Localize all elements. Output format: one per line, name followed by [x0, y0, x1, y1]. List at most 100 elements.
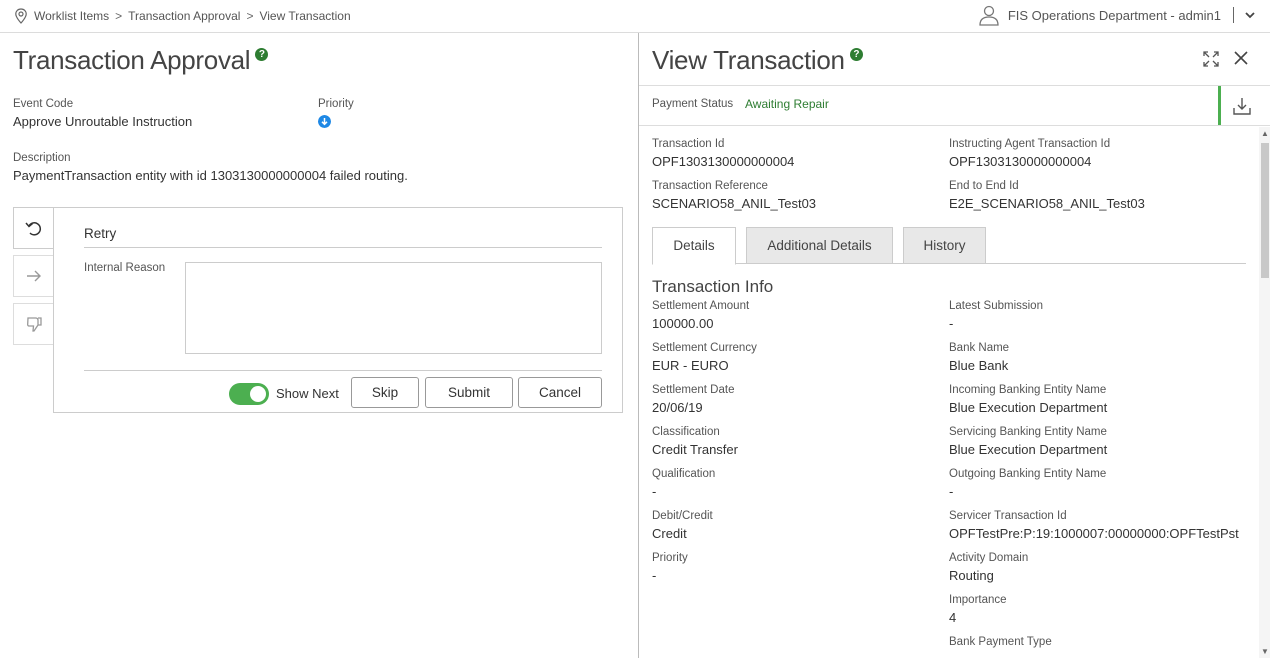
field-label: Classification	[652, 426, 720, 438]
field-value: Blue Execution Department	[949, 400, 1108, 415]
description-value: PaymentTransaction entity with id 130313…	[13, 168, 408, 183]
internal-reason-label: Internal Reason	[84, 262, 166, 274]
scrollbar[interactable]: ▲ ▼	[1259, 127, 1270, 658]
user-menu[interactable]: FIS Operations Department - admin1	[978, 4, 1256, 26]
internal-reason-input[interactable]	[185, 262, 602, 354]
event-code-label: Event Code	[13, 98, 74, 110]
view-transaction-header: View Transaction?	[639, 33, 1270, 86]
top-bar: Worklist Items > Transaction Approval > …	[0, 0, 1270, 33]
field-value: -	[949, 484, 954, 499]
show-next-label: Show Next	[276, 386, 339, 401]
retry-panel: Retry Internal Reason Show Next Skip Sub…	[53, 207, 623, 413]
cancel-button[interactable]: Cancel	[518, 377, 602, 408]
show-next-toggle[interactable]	[229, 383, 269, 405]
submit-button[interactable]: Submit	[425, 377, 513, 408]
view-transaction-pane: View Transaction? Payment Status Awaitin…	[638, 33, 1270, 658]
field-label: Servicer Transaction Id	[949, 510, 1067, 522]
user-icon	[979, 5, 999, 26]
field-label: Priority	[652, 552, 688, 564]
close-icon[interactable]	[1233, 50, 1249, 66]
field-value: 100000.00	[652, 316, 714, 331]
breadcrumb-worklist-items[interactable]: Worklist Items	[34, 9, 109, 23]
field-value: Blue Execution Department	[949, 442, 1108, 457]
status-accent-bar	[1218, 86, 1221, 125]
location-pin-icon	[15, 8, 27, 24]
panel-footer-divider	[84, 370, 602, 371]
field-value: OPFTestPre:P:19:1000007:00000000:OPFTest…	[949, 526, 1239, 541]
reject-tab[interactable]	[13, 303, 54, 345]
tab-additional-details[interactable]: Additional Details	[746, 227, 893, 264]
expand-icon[interactable]	[1202, 50, 1220, 68]
field-label: Settlement Currency	[652, 342, 757, 354]
field-label: Servicing Banking Entity Name	[949, 426, 1107, 438]
divider	[1233, 7, 1234, 23]
payment-status-bar: Payment Status Awaiting Repair	[639, 86, 1270, 126]
chevron-down-icon[interactable]	[1244, 9, 1256, 21]
field-label: Bank Name	[949, 342, 1010, 354]
field-label: Bank Payment Type	[949, 636, 1052, 648]
transaction-reference-value: SCENARIO58_ANIL_Test03	[652, 196, 817, 211]
page-title-text: Transaction Approval	[13, 45, 251, 75]
transaction-reference-label: Transaction Reference	[652, 180, 768, 192]
transaction-details-body: Transaction Id OPF1303130000000004 Instr…	[639, 127, 1259, 658]
scroll-down-icon[interactable]: ▼	[1261, 647, 1269, 656]
field-value: -	[652, 568, 657, 583]
view-transaction-title-text: View Transaction	[652, 45, 845, 75]
thumbs-down-icon	[27, 317, 42, 332]
help-icon[interactable]: ?	[849, 48, 863, 61]
description-label: Description	[13, 152, 71, 164]
action-tabs	[13, 207, 54, 351]
field-value: -	[652, 484, 657, 499]
transaction-id-label: Transaction Id	[652, 138, 725, 150]
toggle-knob	[250, 386, 266, 402]
instructing-agent-id-label: Instructing Agent Transaction Id	[949, 138, 1111, 150]
instructing-agent-id-value: OPF1303130000000004	[949, 154, 1092, 169]
field-label: Latest Submission	[949, 300, 1043, 312]
field-label: Settlement Amount	[652, 300, 750, 312]
field-label: Activity Domain	[949, 552, 1029, 564]
forward-tab[interactable]	[13, 255, 54, 297]
field-value: Credit Transfer	[652, 442, 738, 457]
arrow-down-circle-icon	[318, 115, 331, 128]
field-label: Qualification	[652, 468, 716, 480]
payment-status-label: Payment Status	[652, 98, 734, 110]
tab-details[interactable]: Details	[652, 227, 736, 265]
priority-label: Priority	[318, 98, 354, 110]
field-label: Incoming Banking Entity Name	[949, 384, 1107, 396]
scroll-up-icon[interactable]: ▲	[1261, 129, 1269, 138]
view-transaction-title: View Transaction?	[652, 45, 863, 76]
field-value: Credit	[652, 526, 687, 541]
field-value: 4	[949, 610, 957, 625]
field-label: Importance	[949, 594, 1007, 606]
field-label: Settlement Date	[652, 384, 735, 396]
field-value: 20/06/19	[652, 400, 703, 415]
breadcrumb-transaction-approval[interactable]: Transaction Approval	[128, 9, 240, 23]
help-icon[interactable]: ?	[255, 48, 269, 61]
transaction-approval-pane: Transaction Approval? Event Code Approve…	[0, 33, 638, 658]
field-label: Debit/Credit	[652, 510, 713, 522]
end-to-end-id-value: E2E_SCENARIO58_ANIL_Test03	[949, 196, 1145, 211]
page-title: Transaction Approval?	[13, 45, 269, 76]
retry-tab[interactable]	[13, 207, 54, 249]
end-to-end-id-label: End to End Id	[949, 180, 1019, 192]
field-label: Outgoing Banking Entity Name	[949, 468, 1107, 480]
field-value: -	[949, 316, 954, 331]
breadcrumb-separator: >	[115, 9, 123, 23]
detail-tabs: Details Additional Details History	[652, 227, 1246, 265]
field-value: EUR - EURO	[652, 358, 729, 373]
retry-heading: Retry	[84, 226, 602, 248]
tab-history[interactable]: History	[903, 227, 986, 264]
download-icon[interactable]	[1232, 96, 1252, 116]
transaction-info-title: Transaction Info	[652, 277, 774, 296]
field-value: Routing	[949, 568, 994, 583]
scrollbar-thumb[interactable]	[1261, 143, 1269, 278]
skip-button[interactable]: Skip	[351, 377, 419, 408]
breadcrumb: Worklist Items > Transaction Approval > …	[14, 8, 351, 24]
breadcrumb-view-transaction[interactable]: View Transaction	[259, 9, 350, 23]
arrow-right-icon	[27, 270, 41, 282]
transaction-id-value: OPF1303130000000004	[652, 154, 795, 169]
user-label: FIS Operations Department - admin1	[1007, 7, 1221, 23]
retry-icon	[25, 222, 42, 236]
payment-status-value: Awaiting Repair	[745, 97, 829, 111]
field-value: Blue Bank	[949, 358, 1009, 373]
